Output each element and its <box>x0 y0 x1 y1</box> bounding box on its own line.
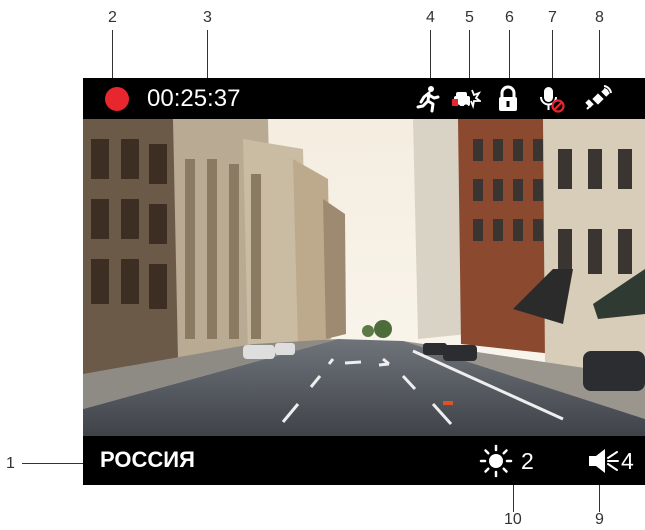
speaker-icon <box>587 445 621 477</box>
callout-2: 2 <box>108 9 117 26</box>
callout-3: 3 <box>203 9 212 26</box>
callout-7: 7 <box>548 9 557 26</box>
region-label: РОССИЯ <box>100 447 195 472</box>
city-street-icon <box>83 119 645 436</box>
status-bar: 00:25:37 <box>83 78 645 119</box>
video-feed <box>83 119 645 436</box>
parking-mode-icon <box>451 84 481 114</box>
gps-icon <box>583 84 613 114</box>
callout-6: 6 <box>505 9 514 26</box>
dashcam-screen: 00:25:37 РОССИЯ 2 4 <box>83 78 645 485</box>
lock-icon <box>493 84 523 114</box>
volume-level: 4 <box>621 448 634 474</box>
brightness-level: 2 <box>521 448 534 474</box>
callout-line-6 <box>509 30 510 82</box>
callout-8: 8 <box>595 9 604 26</box>
recording-time: 00:25:37 <box>147 85 241 112</box>
callout-line-4 <box>430 30 431 82</box>
callout-line-8 <box>599 30 600 82</box>
sun-icon <box>479 444 513 478</box>
callout-9: 9 <box>595 511 604 528</box>
callout-line-5 <box>469 30 470 82</box>
motion-detection-icon <box>413 84 443 114</box>
callout-10: 10 <box>504 511 522 528</box>
info-bar: РОССИЯ 2 4 <box>83 436 645 485</box>
callout-line-7 <box>552 30 553 82</box>
callout-1: 1 <box>6 455 15 472</box>
callout-4: 4 <box>426 9 435 26</box>
recording-indicator <box>105 87 129 111</box>
microphone-off-icon <box>537 84 567 114</box>
callout-5: 5 <box>465 9 474 26</box>
